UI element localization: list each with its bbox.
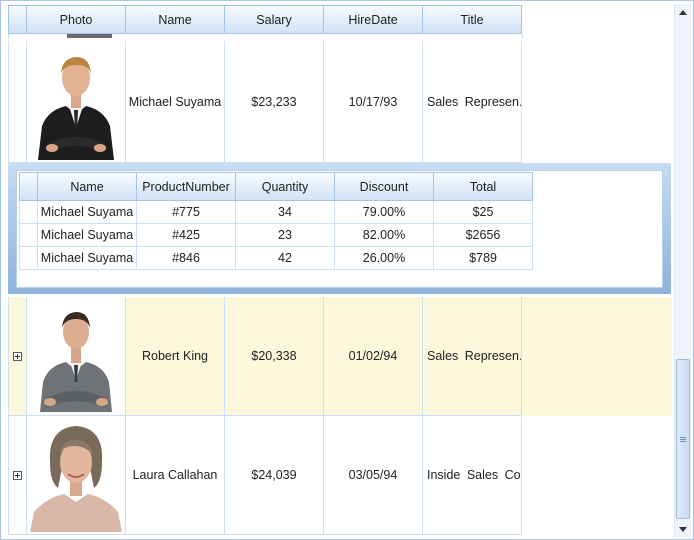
row-expander-cell[interactable] [8,416,27,535]
order-name-cell: Michael Suyama [38,247,137,270]
hire-date-cell: 10/17/93 [324,41,423,163]
orders-row[interactable]: Michael Suyama #775 34 79.00% $25 [19,201,533,224]
vertical-scrollbar[interactable] [674,4,691,537]
employee-grid: Photo Name Salary HireDate Title Michael… [0,0,694,540]
arrow-down-icon [679,526,687,532]
orders-row-spacer [19,247,38,270]
orders-row-spacer [19,224,38,247]
name-cell: Michael Suyama [126,41,225,163]
header-name[interactable]: Name [126,5,225,34]
orders-row[interactable]: Michael Suyama #846 42 26.00% $789 [19,247,533,270]
header-hire-date[interactable]: HireDate [324,5,423,34]
header-photo[interactable]: Photo [27,5,126,34]
row-details-panel: Name ProductNumber Quantity Discount Tot… [8,163,671,294]
table-row[interactable]: Michael Suyama $23,233 10/17/93 Sales Re… [8,41,523,163]
employee-photo [36,300,116,412]
orders-header-discount[interactable]: Discount [335,172,434,201]
clipped-photo-edge [67,34,112,38]
header-salary[interactable]: Salary [225,5,324,34]
order-quantity-cell: 34 [236,201,335,224]
order-total-cell: $2656 [434,224,533,247]
table-row[interactable]: Laura Callahan $24,039 03/05/94 Inside S… [8,416,523,535]
orders-header-name[interactable]: Name [38,172,137,201]
order-discount-cell: 26.00% [335,247,434,270]
order-discount-cell: 82.00% [335,224,434,247]
grid-header: Photo Name Salary HireDate Title [8,5,522,34]
header-expander-column [8,5,27,34]
orders-header-total[interactable]: Total [434,172,533,201]
orders-row-spacer [19,201,38,224]
order-product-number-cell: #775 [137,201,236,224]
orders-header-quantity[interactable]: Quantity [236,172,335,201]
orders-grid-header: Name ProductNumber Quantity Discount Tot… [19,172,533,201]
table-row[interactable]: Robert King $20,338 01/02/94 Sales Repre… [8,297,523,416]
title-cell: Inside Sales Co... [423,416,522,535]
employee-photo [28,418,124,532]
orders-header-spacer [19,172,38,201]
hire-date-cell: 01/02/94 [324,297,423,416]
order-name-cell: Michael Suyama [38,201,137,224]
plus-box-icon[interactable] [13,470,22,480]
name-cell: Robert King [126,297,225,416]
plus-box-icon[interactable] [13,351,22,361]
name-cell: Laura Callahan [126,416,225,535]
orders-row[interactable]: Michael Suyama #425 23 82.00% $2656 [19,224,533,247]
photo-cell [27,416,126,535]
scroll-up-button[interactable] [675,4,691,20]
order-product-number-cell: #846 [137,247,236,270]
orders-header-product-number[interactable]: ProductNumber [137,172,236,201]
scroll-thumb[interactable] [676,359,690,519]
salary-cell: $20,338 [225,297,324,416]
order-total-cell: $789 [434,247,533,270]
header-title[interactable]: Title [423,5,522,34]
grip-icon [680,436,686,442]
salary-cell: $24,039 [225,416,324,535]
row-expander-cell [8,41,27,163]
order-quantity-cell: 23 [236,224,335,247]
order-product-number-cell: #425 [137,224,236,247]
details-content: Name ProductNumber Quantity Discount Tot… [16,170,663,288]
arrow-up-icon [679,9,687,15]
selected-row-fill [523,297,672,416]
salary-cell: $23,233 [225,41,324,163]
hire-date-cell: 03/05/94 [324,416,423,535]
title-cell: Sales Represen... [423,41,522,163]
scroll-down-button[interactable] [675,521,691,537]
order-total-cell: $25 [434,201,533,224]
clipped-previous-row [8,34,523,39]
photo-cell [27,297,126,416]
order-name-cell: Michael Suyama [38,224,137,247]
photo-cell [27,41,126,163]
row-expander-cell[interactable] [8,297,27,416]
title-cell: Sales Represen... [423,297,522,416]
order-quantity-cell: 42 [236,247,335,270]
orders-grid: Name ProductNumber Quantity Discount Tot… [19,172,533,270]
order-discount-cell: 79.00% [335,201,434,224]
employee-photo [30,43,122,160]
